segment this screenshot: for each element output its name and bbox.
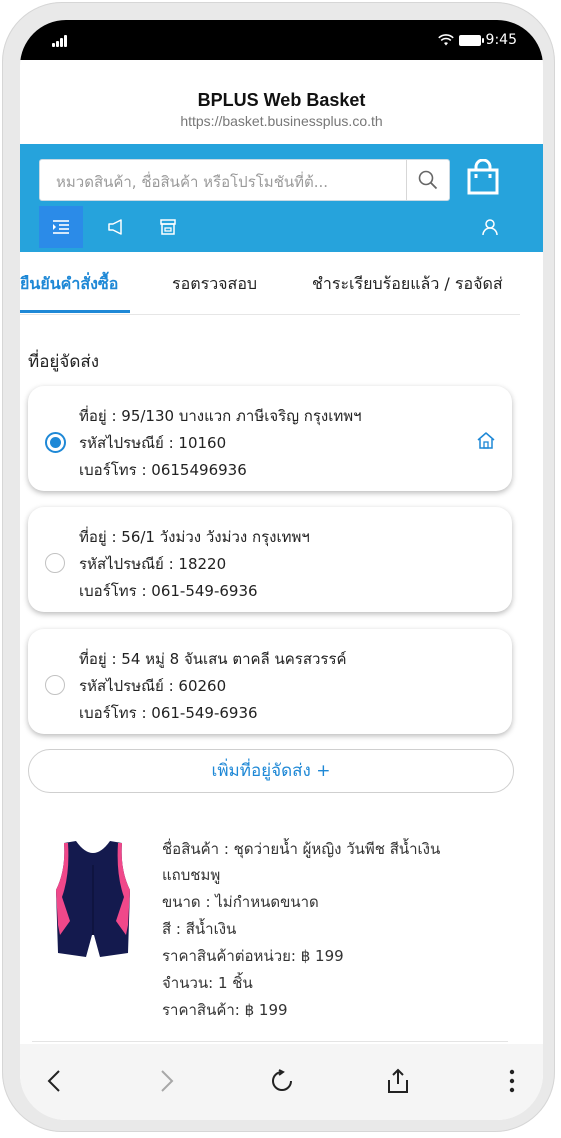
divider [32,1041,508,1042]
shopping-bag-icon[interactable] [465,159,501,195]
active-tab-indicator [20,310,130,313]
phone-number: เบอร์โทร : 061-549-6936 [79,704,258,722]
wifi-icon [437,34,454,46]
megaphone-icon [108,219,122,235]
shop-icon [160,219,176,235]
tab-pending-review[interactable]: รอตรวจสอบ [172,272,257,297]
reload-button[interactable] [265,1064,299,1098]
tab-confirm-order[interactable]: ยืนยันคำสั่งซื้อ [20,272,118,297]
promotion-button[interactable] [94,206,138,248]
battery-icon [458,34,484,46]
browser-nav-bar [20,1044,543,1120]
status-right: 9:45 [437,32,517,48]
shipping-section-label: ที่อยู่จัดส่ง [28,352,100,372]
share-button[interactable] [381,1064,415,1098]
user-icon [482,219,498,236]
browser-url-bar[interactable]: BPLUS Web Basket https://basket.business… [20,60,543,142]
account-button[interactable] [468,206,512,248]
store-header: หมวดสินค้า, ชื่อสินค้า หรือโปรโมชันที่ต้… [20,144,543,252]
status-bar: 9:45 [20,20,543,60]
search-icon [418,170,438,190]
screen: 9:45 BPLUS Web Basket https://basket.bus… [20,20,543,1120]
search-button[interactable] [406,160,449,200]
address-line: ที่อยู่ : 95/130 บางแวก ภาษีเจริญ กรุงเท… [79,407,362,425]
site-title: BPLUS Web Basket [197,90,366,110]
product-price: ราคาสินค้า: ฿ 199 [162,1001,288,1019]
address-line: ที่อยู่ : 54 หมู่ 8 จันเสน ตาคลี นครสวรร… [79,650,347,668]
site-url: https://basket.businessplus.co.th [180,113,383,129]
more-button[interactable] [495,1064,529,1098]
refresh-icon [272,1069,292,1091]
swimsuit-product-image [56,841,130,957]
address-card[interactable]: ที่อยู่ : 54 หมู่ 8 จันเสน ตาคลี นครสวรร… [28,629,512,734]
chevron-right-icon [161,1070,174,1092]
product-name-continued: แถบชมพู [162,866,221,884]
more-vertical-icon [509,1069,515,1093]
address-radio[interactable] [45,553,65,573]
product-size: ขนาด : ไม่กำหนดขนาด [162,893,319,911]
product-quantity: จำนวน: 1 ชิ้น [162,974,253,992]
store-button[interactable] [146,206,190,248]
address-card[interactable]: ที่อยู่ : 56/1 วังม่วง วังม่วง กรุงเทพฯ … [28,507,512,612]
address-radio-selected[interactable] [45,432,66,453]
search-box[interactable]: หมวดสินค้า, ชื่อสินค้า หรือโปรโมชันที่ต้… [39,159,450,201]
back-button[interactable] [37,1064,71,1098]
header-icon-row [20,206,543,248]
tab-paid-awaiting-shipment[interactable]: ชำระเรียบร้อยแล้ว / รอจัดส่ [312,272,503,297]
chevron-left-icon [47,1070,60,1092]
product-unit-price: ราคาสินค้าต่อหน่วย: ฿ 199 [162,947,344,965]
address-line: ที่อยู่ : 56/1 วังม่วง วังม่วง กรุงเทพฯ [79,528,310,546]
signal-icon [52,35,70,47]
add-address-button[interactable]: เพิ่มที่อยู่จัดส่ง + [28,749,514,793]
phone-frame: 9:45 BPLUS Web Basket https://basket.bus… [2,2,555,1132]
address-radio[interactable] [45,675,65,695]
menu-button[interactable] [39,206,83,248]
product-color: สี : สีน้ำเงิน [162,920,237,938]
phone-number: เบอร์โทร : 0615496936 [79,461,247,479]
forward-button[interactable] [150,1064,184,1098]
product-name: ชื่อสินค้า : ชุดว่ายน้ำ ผู้หญิง วันพีช ส… [162,840,441,858]
menu-indent-icon [53,220,69,234]
address-card[interactable]: ที่อยู่ : 95/130 บางแวก ภาษีเจริญ กรุงเท… [28,386,512,491]
postal-code: รหัสไปรษณีย์ : 60260 [79,677,227,695]
search-input[interactable]: หมวดสินค้า, ชื่อสินค้า หรือโปรโมชันที่ต้… [56,170,396,194]
postal-code: รหัสไปรษณีย์ : 18220 [79,555,227,573]
status-time: 9:45 [485,32,517,48]
phone-number: เบอร์โทร : 061-549-6936 [79,582,258,600]
order-status-tabs: ยืนยันคำสั่งซื้อ รอตรวจสอบ ชำระเรียบร้อย… [20,252,520,315]
home-icon [477,432,495,449]
postal-code: รหัสไปรษณีย์ : 10160 [79,434,227,452]
share-icon [388,1068,408,1093]
